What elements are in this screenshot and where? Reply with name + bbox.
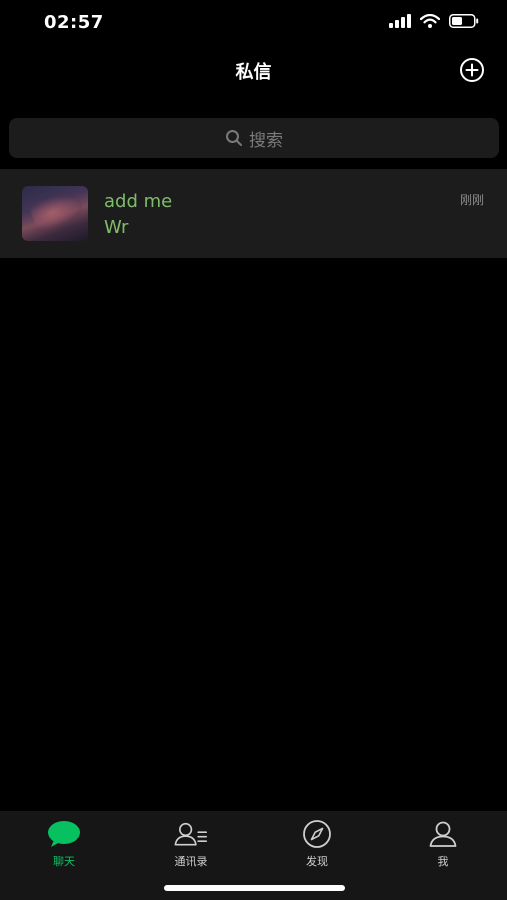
chat-preview: Wr: [104, 217, 129, 238]
tab-me[interactable]: 我: [398, 819, 488, 869]
chat-time: 刚刚: [459, 193, 484, 207]
search-input[interactable]: 搜索: [9, 118, 499, 158]
person-icon: [429, 821, 457, 847]
signal-icon: [389, 14, 411, 28]
avatar: [22, 186, 88, 241]
chat-list-item[interactable]: [0, 169, 507, 258]
tab-label-me: 我: [437, 855, 449, 868]
tab-contacts[interactable]: 通讯录: [146, 819, 236, 869]
status-bar: 02:57: [0, 0, 507, 46]
search-placeholder: 搜索: [249, 130, 283, 151]
chat-bubble-icon: [48, 821, 80, 847]
status-icons: [389, 14, 479, 28]
tab-discover[interactable]: 发现: [272, 819, 362, 869]
compass-icon: [303, 820, 331, 848]
status-time: 02:57: [44, 12, 104, 33]
home-indicator[interactable]: [164, 885, 345, 891]
tab-label-contacts: 通讯录: [174, 855, 208, 868]
page-title: 私信: [235, 62, 272, 83]
tab-label-discover: 发现: [306, 855, 328, 868]
tab-chats[interactable]: 聊天: [19, 819, 109, 869]
chat-name: add me: [104, 191, 173, 212]
contacts-icon: [174, 822, 208, 846]
plus-circle-icon[interactable]: [459, 57, 485, 83]
tab-label-chats: 聊天: [53, 855, 75, 868]
wifi-icon: [420, 14, 440, 28]
search-icon: [226, 130, 242, 146]
nav-bar: 私信: [0, 48, 507, 92]
battery-icon: [449, 14, 479, 28]
